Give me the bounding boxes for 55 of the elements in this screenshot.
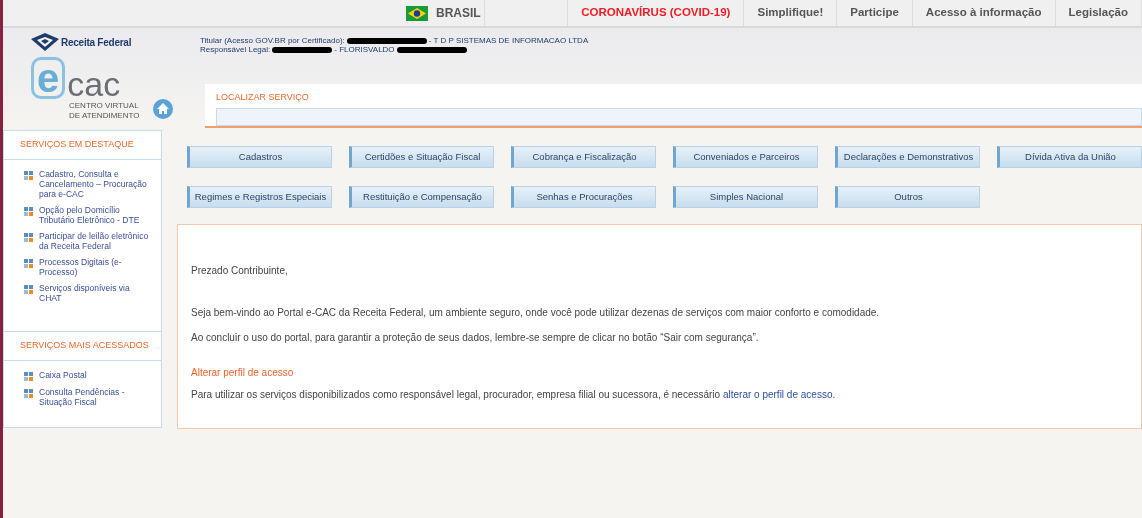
section-title: SERVIÇOS EM DESTAQUE <box>4 131 161 160</box>
sidebar-link[interactable]: Consulta Pendências - Situação Fiscal <box>39 386 149 407</box>
user-label: Responsável Legal: <box>200 45 271 54</box>
redaction-mark <box>272 46 333 53</box>
category-button[interactable]: Outros <box>835 186 980 208</box>
welcome-text: Seja bem-vindo ao Portal e-CAC da Receita Federal, um ambiente seguro, onde você pode utilizar dezenas de serviços com maior conforto e comodidade. <box>191 306 881 320</box>
user-value: - T D P SISTEMAS DE INFORMACAO LTDA <box>428 36 589 45</box>
greeting-text: Prezado Contribuinte, <box>191 264 289 278</box>
grid-icon <box>24 170 33 180</box>
sidebar-link[interactable]: Opção pelo Domicílio Tributário Eletrônico - DTE <box>39 204 149 225</box>
category-button[interactable]: Senhas e Procurações <box>511 186 656 208</box>
sidebar-link[interactable]: Processos Digitais (e-Processo) <box>39 256 149 277</box>
sidebar-link[interactable]: Participar de leilão eletrônico da Receita Federal <box>39 230 149 251</box>
logo-subtitle: DE ATENDIMENTO <box>69 111 140 121</box>
logo-wordmark: cac <box>67 69 121 99</box>
profile-text: Para utilizar os serviços disponibilizados como responsável legal, procurador, empresa filial ou sucessora, é necessário alterar o perfil de acesso. <box>191 388 837 402</box>
category-button[interactable]: Cobrança e Fiscalização <box>511 146 656 168</box>
nav-link[interactable]: CORONAVÍRUS (COVID-19) <box>568 0 745 26</box>
sidebar-link[interactable]: Cadastro, Consulta e Cancelamento – Procuração para e-CAC <box>39 168 149 199</box>
nav-link[interactable]: Participe <box>837 0 913 26</box>
redaction-mark <box>396 46 467 53</box>
grid-icon <box>24 284 33 294</box>
welcome-text: Ao concluir o uso do portal, para garantir a proteção de seus dados, lembre-se sempre de clicar no botão “Sair com segurança”. <box>191 331 760 345</box>
user-value: - FLORISVALDO <box>334 45 395 54</box>
nav-link[interactable]: Acesso à informação <box>912 0 1056 26</box>
category-button[interactable]: Simples Nacional <box>673 186 818 208</box>
nav-link[interactable]: Legislação <box>1055 0 1142 26</box>
flag-icon <box>406 5 428 21</box>
nav-link[interactable]: Simplifique! <box>744 0 838 26</box>
sidebar-link[interactable]: Serviços disponíveis via CHAT <box>39 282 149 303</box>
country-label[interactable]: BRASIL <box>436 4 481 22</box>
search-field[interactable] <box>216 107 1142 126</box>
grid-icon <box>24 258 33 268</box>
agency-logo-icon <box>31 33 59 51</box>
category-button[interactable]: Cadastros <box>187 146 332 168</box>
logo-subtitle: CENTRO VIRTUAL <box>69 101 140 111</box>
user-label: Titular (Acesso GOV.BR por Certificado): <box>200 36 345 45</box>
category-button[interactable]: Restituição e Compensação <box>349 186 494 208</box>
search-label: LOCALIZAR SERVIÇO <box>216 91 310 104</box>
home-icon[interactable] <box>153 99 174 119</box>
section-title: SERVIÇOS MAIS ACESSADOS <box>4 332 161 361</box>
category-button[interactable]: Conveniados e Parceiros <box>673 146 818 168</box>
profile-link[interactable]: alterar o perfil de acesso. <box>722 389 836 400</box>
logo-letter: e <box>31 57 66 99</box>
profile-heading: Alterar perfil de acesso <box>191 366 295 380</box>
category-button[interactable]: Regimes e Registros Especiais <box>187 186 332 208</box>
category-button[interactable]: Declarações e Demonstrativos <box>835 146 980 168</box>
grid-icon <box>24 206 33 216</box>
grid-icon <box>24 232 33 242</box>
agency-name: Receita Federal <box>61 35 132 50</box>
grid-icon <box>24 371 33 381</box>
category-button[interactable]: Certidões e Situação Fiscal <box>349 146 494 168</box>
sidebar-link[interactable]: Caixa Postal <box>39 369 87 381</box>
grid-icon <box>24 388 33 398</box>
category-button[interactable]: Dívida Ativa da União <box>997 146 1142 168</box>
